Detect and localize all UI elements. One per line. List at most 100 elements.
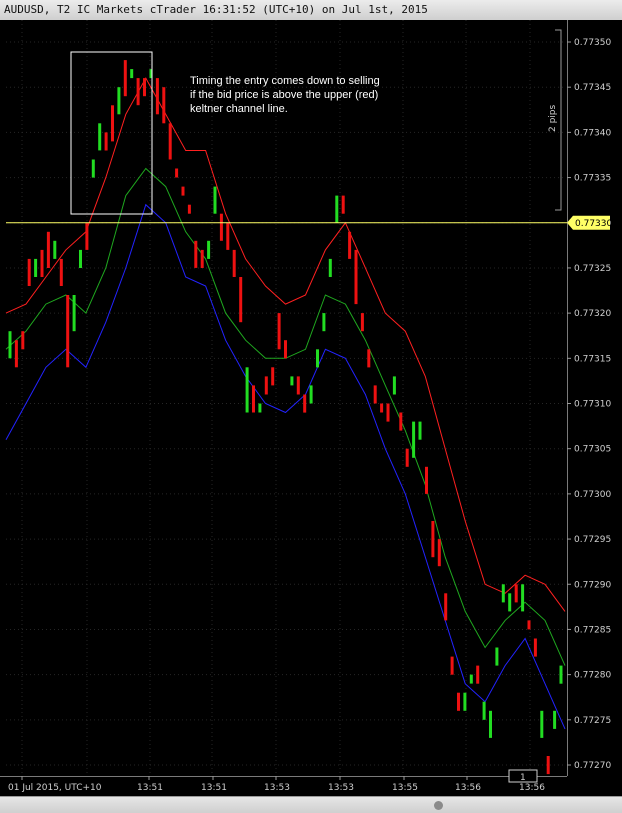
- candle: [27, 258, 31, 286]
- y-tick-label: 0.77335: [574, 174, 611, 184]
- candle: [521, 584, 525, 612]
- candle: [40, 249, 44, 277]
- candle: [245, 367, 249, 413]
- candle: [181, 186, 185, 196]
- x-tick-label: 01 Jul 2015, UTC+10: [8, 783, 102, 793]
- candle: [392, 376, 396, 395]
- candle: [546, 756, 550, 775]
- candle: [412, 421, 416, 458]
- candle: [143, 78, 146, 97]
- current-price-label: 0.77330: [575, 219, 612, 229]
- scale-label: 2 pips: [548, 104, 558, 132]
- candle: [495, 647, 499, 666]
- candle: [271, 367, 275, 386]
- x-tick-label: 13:53: [328, 783, 354, 793]
- candle: [175, 168, 179, 178]
- candle: [348, 231, 352, 259]
- candle: [469, 674, 473, 684]
- candle: [66, 295, 70, 368]
- x-tick-label: 13:55: [392, 783, 418, 793]
- x-tick-label: 13:51: [201, 783, 227, 793]
- candle: [418, 421, 422, 440]
- y-tick-label: 0.77285: [574, 625, 611, 635]
- candle: [341, 195, 345, 214]
- candle: [540, 710, 544, 738]
- y-tick-label: 0.77270: [574, 761, 611, 771]
- candle: [527, 620, 531, 630]
- candle: [290, 376, 294, 386]
- candle: [450, 656, 454, 675]
- candle: [277, 313, 281, 350]
- candle: [21, 331, 25, 350]
- horizontal-scrollbar[interactable]: [0, 796, 622, 813]
- x-tick-label: 13:53: [264, 783, 290, 793]
- y-tick-label: 0.77310: [574, 400, 611, 410]
- candle: [296, 376, 300, 395]
- candle: [8, 331, 12, 359]
- candle: [367, 349, 371, 368]
- candle: [309, 385, 313, 404]
- candle: [264, 376, 268, 395]
- y-tick-label: 0.77280: [574, 671, 611, 681]
- candle: [194, 240, 198, 268]
- candle: [187, 204, 191, 214]
- candle: [457, 692, 460, 711]
- candle: [508, 593, 512, 612]
- candle: [226, 222, 230, 250]
- scrollbar-thumb[interactable]: [434, 801, 443, 810]
- x-tick-label: 13:56: [455, 783, 481, 793]
- candle: [303, 394, 307, 413]
- y-tick-label: 0.77305: [574, 445, 611, 455]
- candle: [252, 385, 255, 413]
- candle: [34, 258, 38, 277]
- annotation-line: keltner channel line.: [190, 103, 288, 115]
- candle: [79, 249, 82, 268]
- candle: [91, 159, 95, 178]
- candle: [335, 195, 339, 223]
- y-tick-label: 0.77290: [574, 580, 611, 590]
- candle: [14, 340, 18, 368]
- keltner-lower-band: [5, 203, 566, 730]
- candle: [239, 277, 243, 323]
- annotation-line: Timing the entry comes down to selling: [190, 75, 380, 87]
- candle: [399, 412, 403, 431]
- chart-canvas: 0.77350 0.77345 0.77340 0.77335 0.77330 0.773…: [5, 20, 612, 793]
- y-tick-label: 0.77345: [574, 83, 611, 93]
- candle: [354, 249, 358, 305]
- candle: [46, 231, 50, 268]
- candle: [482, 701, 486, 720]
- keltner-middle-band: [5, 167, 566, 666]
- candle: [258, 403, 262, 413]
- candle: [162, 87, 166, 124]
- candle: [533, 638, 537, 657]
- time-marker-label: 1: [520, 773, 526, 783]
- candle: [117, 87, 121, 115]
- candle: [155, 78, 159, 115]
- candle: [123, 60, 127, 97]
- candle: [53, 240, 57, 259]
- candle: [425, 466, 428, 494]
- candle: [386, 403, 390, 422]
- candle: [360, 313, 364, 332]
- candle: [437, 539, 441, 567]
- candle: [111, 105, 114, 142]
- candle: [514, 584, 518, 603]
- candle: [489, 710, 492, 738]
- candle: [232, 249, 236, 277]
- candle: [328, 258, 332, 277]
- y-tick-label: 0.77315: [574, 354, 611, 364]
- candle: [444, 593, 448, 621]
- x-tick-label: 13:51: [137, 783, 163, 793]
- candle: [219, 213, 223, 241]
- candle: [130, 69, 134, 79]
- candle: [559, 665, 563, 684]
- candle: [207, 240, 211, 259]
- y-tick-label: 0.77325: [574, 264, 611, 274]
- candle: [373, 385, 377, 404]
- candle: [463, 692, 467, 711]
- candle: [168, 123, 172, 160]
- y-tick-label: 0.77275: [574, 716, 611, 726]
- candle: [136, 78, 140, 106]
- candle: [72, 295, 76, 332]
- y-tick-label: 0.77340: [574, 128, 611, 138]
